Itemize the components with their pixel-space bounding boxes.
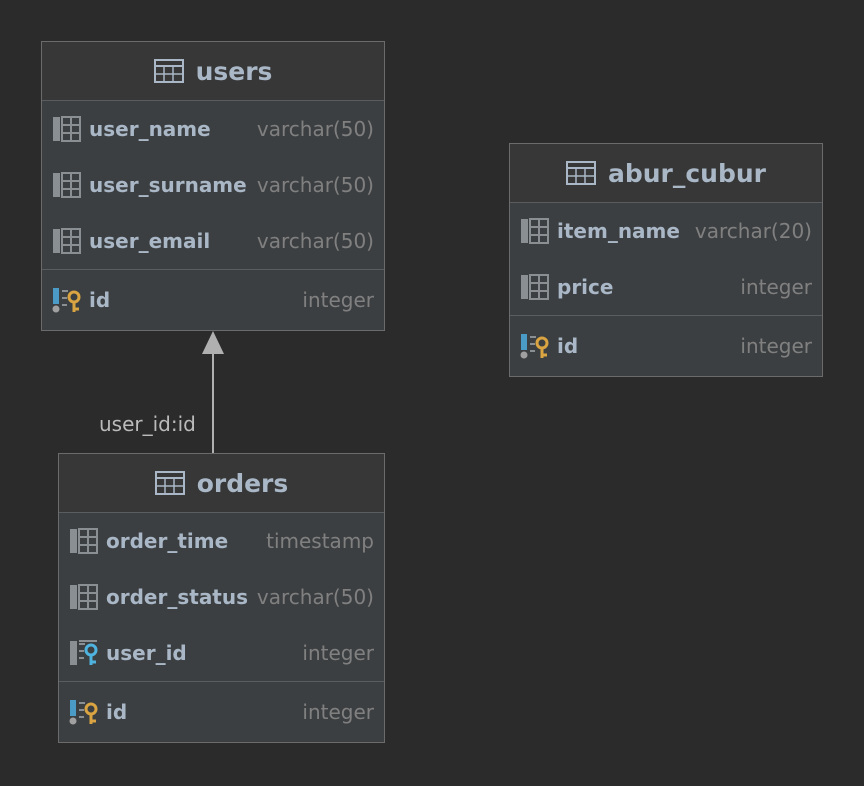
column-row[interactable]: user_name varchar(50) <box>42 101 384 157</box>
column-type: integer <box>302 288 374 312</box>
column-icon <box>521 274 549 300</box>
column-name: order_time <box>106 529 229 553</box>
primary-key-row[interactable]: id integer <box>59 684 384 740</box>
column-type: varchar(50) <box>256 173 374 197</box>
table-icon <box>154 471 185 495</box>
column-type: varchar(20) <box>694 219 812 243</box>
column-name: id <box>89 288 111 312</box>
primary-key-icon <box>520 334 549 359</box>
column-icon <box>53 228 81 254</box>
table-icon <box>153 59 184 83</box>
foreign-key-row[interactable]: user_id integer <box>59 625 384 681</box>
column-icon <box>521 218 549 244</box>
column-type: timestamp <box>266 529 374 553</box>
column-row[interactable]: price integer <box>510 259 822 315</box>
column-icon <box>70 584 98 610</box>
pk-separator <box>510 315 822 316</box>
primary-key-row[interactable]: id integer <box>42 272 384 328</box>
column-type: integer <box>740 275 812 299</box>
column-row[interactable]: order_status varchar(50) <box>59 569 384 625</box>
primary-key-icon <box>69 700 98 725</box>
primary-key-icon <box>52 288 81 313</box>
table-title: abur_cubur <box>607 158 767 188</box>
column-type: integer <box>740 334 812 358</box>
column-name: order_status <box>106 585 249 609</box>
column-name: user_surname <box>89 173 247 197</box>
table-users[interactable]: users user_name varchar(50) user_surname… <box>41 41 385 331</box>
relation-label: user_id:id <box>99 412 196 436</box>
column-name: item_name <box>557 219 680 243</box>
column-name: user_email <box>89 229 211 253</box>
table-header[interactable]: orders <box>59 454 384 513</box>
column-type: integer <box>302 641 374 665</box>
table-icon <box>565 161 596 185</box>
table-header[interactable]: users <box>42 42 384 101</box>
column-type: varchar(50) <box>256 229 374 253</box>
column-row[interactable]: user_email varchar(50) <box>42 213 384 269</box>
column-icon <box>70 528 98 554</box>
column-name: id <box>106 700 128 724</box>
column-name: price <box>557 275 614 299</box>
column-row[interactable]: order_time timestamp <box>59 513 384 569</box>
table-abur-cubur[interactable]: abur_cubur item_name varchar(20) price i… <box>509 143 823 377</box>
relation-arrowhead <box>202 331 224 354</box>
primary-key-row[interactable]: id integer <box>510 318 822 374</box>
table-title: orders <box>196 468 289 498</box>
pk-separator <box>42 269 384 270</box>
column-type: varchar(50) <box>256 585 374 609</box>
column-row[interactable]: item_name varchar(20) <box>510 203 822 259</box>
column-type: varchar(50) <box>256 117 374 141</box>
table-header[interactable]: abur_cubur <box>510 144 822 203</box>
column-name: user_id <box>106 641 187 665</box>
foreign-key-icon <box>70 640 98 665</box>
column-name: user_name <box>89 117 211 141</box>
table-orders[interactable]: orders order_time timestamp order_status… <box>58 453 385 743</box>
table-title: users <box>195 56 273 86</box>
column-type: integer <box>302 700 374 724</box>
column-row[interactable]: user_surname varchar(50) <box>42 157 384 213</box>
column-icon <box>53 172 81 198</box>
column-icon <box>53 116 81 142</box>
column-name: id <box>557 334 579 358</box>
pk-separator <box>59 681 384 682</box>
